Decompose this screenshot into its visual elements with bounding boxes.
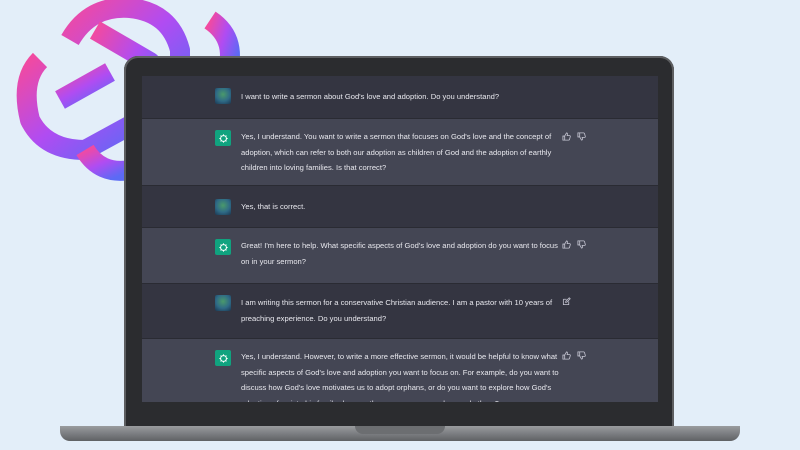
thumbs-up-icon[interactable] xyxy=(562,351,571,360)
chat-message-user: Yes, that is correct. xyxy=(142,186,658,228)
message-feedback xyxy=(562,132,586,141)
user-avatar-icon xyxy=(215,199,231,215)
chat-screen[interactable]: I want to write a sermon about God's lov… xyxy=(142,76,658,402)
message-feedback xyxy=(562,240,586,249)
chatgpt-logo-icon xyxy=(215,130,231,146)
user-avatar-icon xyxy=(215,88,231,104)
thumbs-up-icon[interactable] xyxy=(562,240,571,249)
chat-message-assistant: Yes, I understand. You want to write a s… xyxy=(142,119,658,186)
message-feedback xyxy=(562,351,586,360)
chat-message-user: I am writing this sermon for a conservat… xyxy=(142,284,658,339)
laptop-notch xyxy=(355,426,445,434)
message-text: Yes, that is correct. xyxy=(241,202,306,211)
thumbs-up-icon[interactable] xyxy=(562,132,571,141)
message-text: I want to write a sermon about God's lov… xyxy=(241,92,500,101)
chat-message-assistant: Great! I'm here to help. What specific a… xyxy=(142,228,658,284)
message-text: Yes, I understand. You want to write a s… xyxy=(241,132,552,172)
user-avatar-icon xyxy=(215,295,231,311)
message-text: Yes, I understand. However, to write a m… xyxy=(241,352,559,402)
thumbs-down-icon[interactable] xyxy=(577,132,586,141)
message-text: Great! I'm here to help. What specific a… xyxy=(241,241,558,266)
message-text: I am writing this sermon for a conservat… xyxy=(241,298,553,323)
message-actions xyxy=(562,297,571,306)
chat-message-assistant: Yes, I understand. However, to write a m… xyxy=(142,339,658,402)
chatgpt-logo-icon xyxy=(215,239,231,255)
thumbs-down-icon[interactable] xyxy=(577,240,586,249)
edit-icon[interactable] xyxy=(562,297,571,306)
chatgpt-logo-icon xyxy=(215,350,231,366)
thumbs-down-icon[interactable] xyxy=(577,351,586,360)
chat-message-user: I want to write a sermon about God's lov… xyxy=(142,76,658,119)
